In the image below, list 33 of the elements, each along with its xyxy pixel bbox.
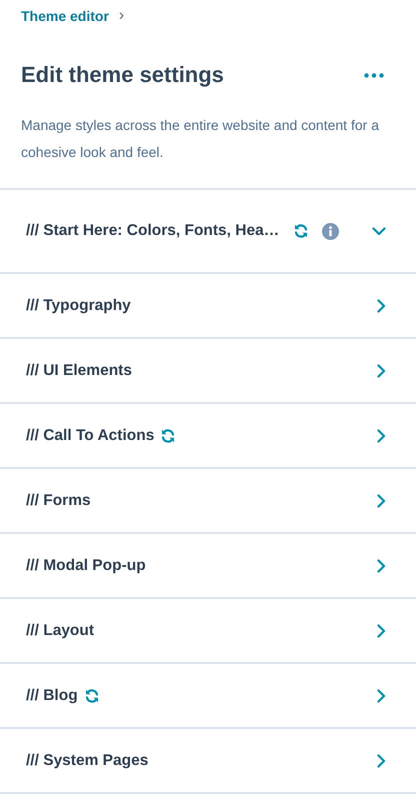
section-label: /// System Pages xyxy=(26,752,148,770)
section-label: /// UI Elements xyxy=(26,362,132,380)
section-row[interactable]: /// Typography xyxy=(0,274,416,339)
breadcrumb-link[interactable]: Theme editor xyxy=(21,8,109,24)
chevron-right-icon[interactable] xyxy=(377,754,386,768)
section-row[interactable]: /// Blog xyxy=(0,664,416,729)
chevron-right-icon[interactable] xyxy=(377,624,386,638)
section-row[interactable]: /// Forms xyxy=(0,469,416,534)
section-row[interactable]: /// Call To Actions xyxy=(0,404,416,469)
section-label: /// Forms xyxy=(26,492,91,510)
chevron-down-icon[interactable] xyxy=(372,226,386,236)
section-label: /// Modal Pop-up xyxy=(26,556,146,574)
page-description: Manage styles across the entire website and content for a cohesive look and feel. xyxy=(21,116,380,162)
chevron-right-icon[interactable] xyxy=(377,688,386,702)
section-label: /// Call To Actions xyxy=(26,426,154,444)
section-row[interactable]: /// UI Elements xyxy=(0,339,416,404)
section-row[interactable]: /// System Pages xyxy=(0,729,416,794)
chevron-right-icon[interactable] xyxy=(377,364,386,378)
section-row[interactable]: /// Start Here: Colors, Fonts, Hea… xyxy=(0,190,416,274)
chevron-right-icon[interactable] xyxy=(377,494,386,508)
chevron-right-icon[interactable] xyxy=(377,558,386,572)
chevron-right-icon[interactable] xyxy=(377,428,386,442)
section-row[interactable]: /// Layout xyxy=(0,599,416,664)
more-icon xyxy=(364,72,384,78)
section-label: /// Layout xyxy=(26,622,94,640)
chevron-right-icon[interactable] xyxy=(377,298,386,312)
section-label: /// Start Here: Colors, Fonts, Hea… xyxy=(26,222,280,240)
section-label: /// Typography xyxy=(26,296,131,314)
info-icon[interactable] xyxy=(322,222,340,240)
section-row[interactable]: /// Modal Pop-up xyxy=(0,534,416,599)
section-label: /// Blog xyxy=(26,686,78,704)
page-title: Edit theme settings xyxy=(21,62,224,88)
breadcrumb-chevron: › xyxy=(118,7,124,25)
